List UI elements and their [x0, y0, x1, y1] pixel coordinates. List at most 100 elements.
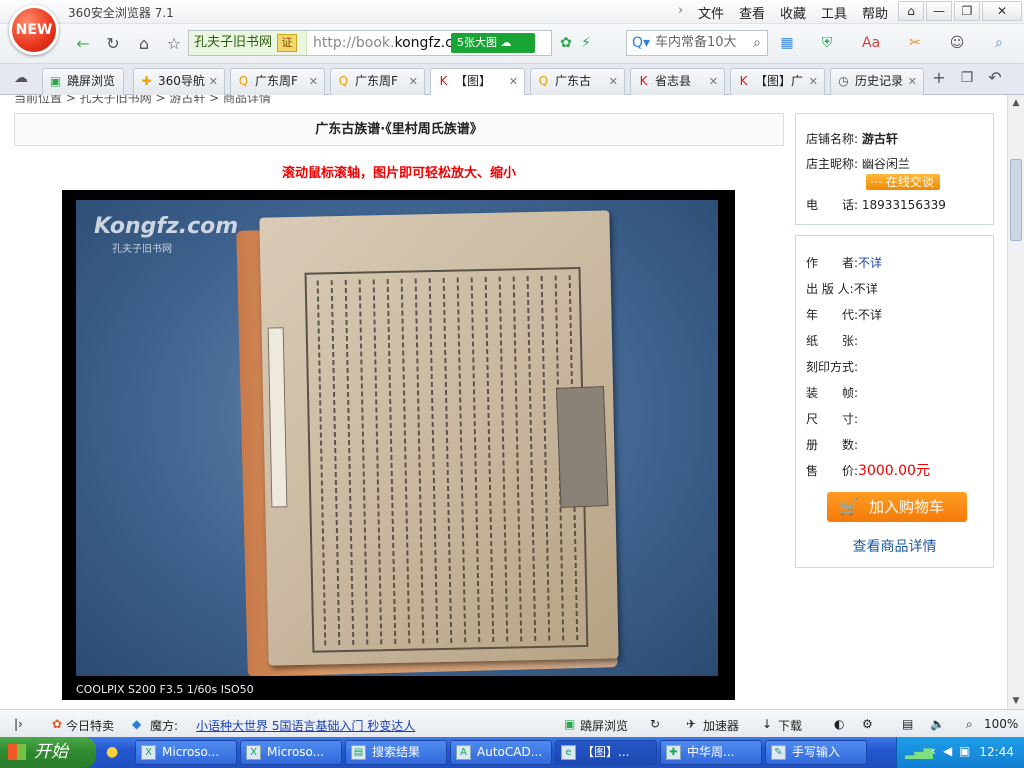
close-tab-icon[interactable]: ✕: [509, 69, 518, 94]
home-icon[interactable]: ⌂: [133, 33, 155, 55]
text-column: [386, 279, 397, 645]
maximize-button[interactable]: ❐: [954, 1, 980, 21]
start-label: 开始: [34, 742, 68, 762]
menu-favorites[interactable]: 收藏: [780, 3, 806, 22]
tab-active-product[interactable]: K 【图】 ✕: [430, 68, 525, 96]
detail-volumes: 册 数:: [806, 436, 858, 453]
taskbar-item-active[interactable]: e 【图】...: [555, 740, 657, 765]
tab-list-icon[interactable]: ❐: [956, 67, 978, 89]
refresh-icon[interactable]: ↻: [102, 33, 124, 55]
scroll-thumb[interactable]: [1010, 159, 1022, 241]
refresh-status-icon[interactable]: ↻: [650, 717, 660, 731]
close-tab-icon[interactable]: ✕: [409, 69, 418, 94]
paper-label: 纸 张:: [806, 334, 859, 348]
menu-view[interactable]: 查看: [739, 3, 765, 22]
shop-name[interactable]: 游古轩: [862, 132, 898, 146]
close-tab-icon[interactable]: ✕: [209, 69, 218, 94]
speed-status-icon[interactable]: ◐: [834, 717, 844, 731]
search-box[interactable]: Q▾ 车内常备10大: [626, 30, 768, 56]
author-value[interactable]: 不详: [858, 256, 882, 270]
zoom-search-icon[interactable]: ⌕: [990, 34, 1008, 52]
start-button[interactable]: 开始: [0, 737, 96, 768]
game-icon[interactable]: ☺: [948, 34, 966, 52]
favorite-star-icon[interactable]: ☆: [163, 33, 185, 55]
text-column: [414, 278, 425, 645]
online-chat-button[interactable]: ⋯ 在线交谈: [866, 174, 940, 190]
scroll-down-icon[interactable]: ▼: [1008, 693, 1024, 709]
tab-360-nav[interactable]: ✚ 360导航 ✕: [133, 68, 225, 95]
volume-icon[interactable]: 🔈: [930, 717, 945, 731]
vertical-scrollbar[interactable]: ▲ ▼: [1007, 95, 1024, 709]
watermark-logo: Kongfz.com: [94, 214, 239, 239]
tab-history[interactable]: ◷ 历史记录 ✕: [830, 68, 924, 95]
settings-icon[interactable]: ▤: [902, 717, 913, 731]
search-engine-icon[interactable]: Q▾: [632, 31, 650, 55]
price-label: 售 价:: [806, 464, 859, 478]
zoom-icon[interactable]: ⌕: [966, 717, 973, 732]
apps-icon[interactable]: ▦: [778, 34, 796, 52]
scroll-up-icon[interactable]: ▲: [1008, 95, 1024, 111]
tab-kongfz-2[interactable]: K 【图】广 ✕: [730, 68, 825, 95]
skin-button[interactable]: ⌂: [898, 1, 924, 21]
volume-tray-icon[interactable]: ◀: [943, 744, 952, 758]
view-details-link[interactable]: 查看商品详情: [796, 536, 993, 556]
menu-help[interactable]: 帮助: [862, 3, 888, 22]
taskbar-item[interactable]: X Microso...: [240, 740, 342, 765]
close-button[interactable]: ✕: [982, 1, 1022, 21]
cloud-sync-icon[interactable]: ☁: [10, 67, 32, 89]
tray-expand-icon[interactable]: ‹: [931, 744, 936, 758]
menu-file[interactable]: 文件: [698, 3, 724, 22]
product-photo[interactable]: Kongfz.com 孔夫子旧书网: [76, 200, 718, 676]
tab-screen-browse[interactable]: ▣ 蹺屏浏览: [42, 68, 124, 95]
tab-search-2[interactable]: Q 广东周F ✕: [330, 68, 425, 95]
certificate-badge[interactable]: 证: [277, 34, 297, 52]
screen-browse-link[interactable]: 蹺屏浏览: [580, 717, 628, 734]
close-tab-icon[interactable]: ✕: [609, 69, 618, 94]
promo-link[interactable]: 小语种大世界 5国语言基础入门 秒变达人: [196, 717, 415, 734]
address-bar[interactable]: 孔夫子旧书网 证 http://book.kongfz.co 5张大图 ☁: [188, 30, 552, 56]
search-submit-icon[interactable]: ⌕: [748, 34, 766, 52]
speed-icon[interactable]: ⚡: [577, 34, 595, 52]
taskbar-item[interactable]: ✎ 手写输入: [765, 740, 867, 765]
today-deals-link[interactable]: 今日特卖: [66, 717, 114, 734]
printing-label: 刻印方式:: [806, 360, 859, 374]
sidebar-toggle-icon[interactable]: |›: [14, 717, 23, 731]
large-images-button[interactable]: 5张大图 ☁: [451, 33, 535, 53]
product-photo-frame[interactable]: Kongfz.com 孔夫子旧书网 COOLPIX S200 F3.5 1/60…: [62, 190, 735, 700]
tab-search-1[interactable]: Q 广东周F ✕: [230, 68, 325, 95]
taskbar-item[interactable]: ✚ 中华周...: [660, 740, 762, 765]
add-to-cart-button[interactable]: 🛒 加入购物车: [827, 492, 967, 522]
tab-search-3[interactable]: Q 广东古 ✕: [530, 68, 625, 95]
close-tab-icon[interactable]: ✕: [809, 69, 818, 94]
taskbar-item[interactable]: A AutoCAD...: [450, 740, 552, 765]
close-tab-icon[interactable]: ✕: [908, 69, 917, 94]
tray-app-icon[interactable]: ▣: [959, 744, 970, 758]
tab-label: 【图】广: [755, 74, 804, 88]
breadcrumb[interactable]: 当前位置 > 孔夫子旧书网 > 游古轩 > 商品详情: [14, 95, 271, 106]
tab-kongfz-1[interactable]: K 省志县 ✕: [630, 68, 725, 95]
back-icon[interactable]: ←: [72, 33, 94, 55]
menu-chevron-icon[interactable]: ›: [678, 3, 683, 18]
zoom-level[interactable]: 100%: [984, 717, 1018, 731]
network-icon[interactable]: ▂▄▆: [905, 745, 933, 759]
browser-logo-icon[interactable]: NEW: [9, 5, 59, 55]
safety-icon[interactable]: ✿: [557, 34, 575, 52]
translate-icon[interactable]: Aa: [862, 34, 880, 52]
close-tab-icon[interactable]: ✕: [309, 69, 318, 94]
minimize-button[interactable]: —: [926, 1, 952, 21]
close-tab-icon[interactable]: ✕: [709, 69, 718, 94]
shield-icon[interactable]: ⛨: [818, 34, 836, 52]
undo-close-icon[interactable]: ↶: [984, 67, 1006, 89]
quicklaunch-icon[interactable]: ●: [106, 744, 118, 760]
detail-size: 尺 寸:: [806, 410, 858, 427]
download-link[interactable]: 下载: [778, 717, 802, 734]
new-tab-icon[interactable]: +: [928, 67, 950, 89]
accelerator-link[interactable]: 加速器: [703, 717, 739, 734]
screenshot-icon[interactable]: ✂: [906, 34, 924, 52]
gear-icon[interactable]: ⚙: [862, 717, 873, 731]
menu-tools[interactable]: 工具: [821, 3, 847, 22]
url-text[interactable]: http://book.kongfz.co: [313, 31, 453, 55]
taskbar-item[interactable]: X Microso...: [135, 740, 237, 765]
shop-owner: 幽谷闲兰: [861, 157, 910, 171]
taskbar-item[interactable]: ▤ 搜索结果: [345, 740, 447, 765]
